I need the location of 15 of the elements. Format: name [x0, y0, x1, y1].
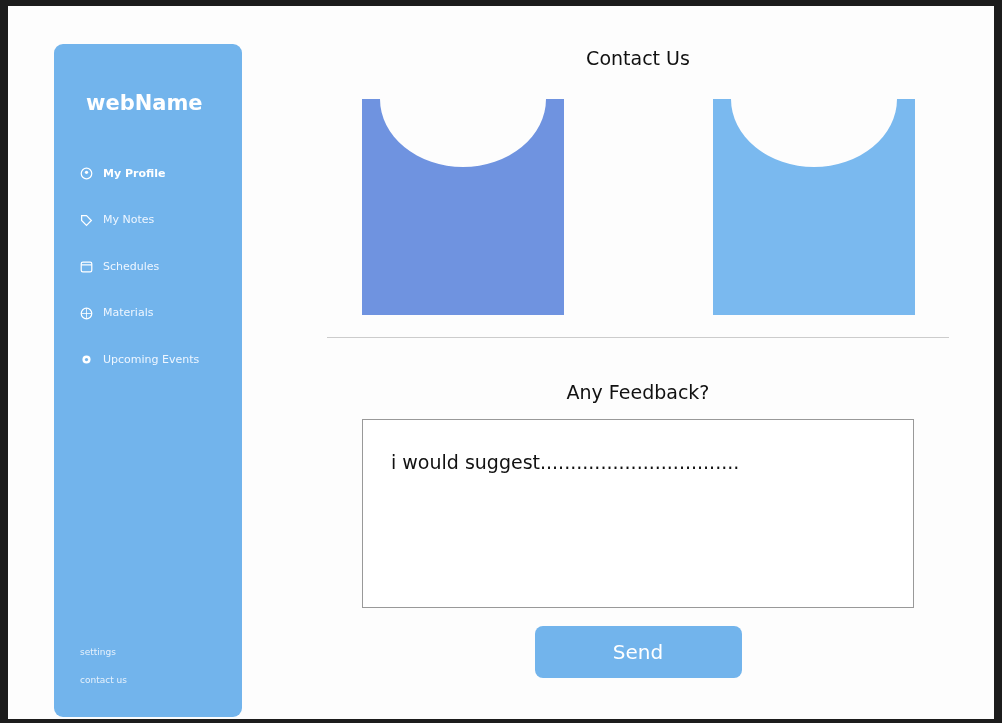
section-title: Any Feedback? — [566, 379, 710, 405]
footer-link[interactable]: settings — [80, 646, 242, 660]
sidebar-item[interactable]: My Profile — [80, 165, 242, 182]
sidebar-item[interactable]: Upcoming Events — [80, 351, 242, 368]
calendar-icon — [80, 260, 93, 274]
feedback-field[interactable]: i would suggest................................. — [362, 419, 914, 608]
globe-icon — [80, 306, 93, 320]
sidebar-item[interactable]: My Notes — [80, 212, 242, 229]
tag-icon — [80, 213, 93, 227]
send-button[interactable]: Send — [534, 626, 742, 678]
sidebar-item[interactable]: Schedules — [80, 258, 242, 275]
section-title: Contact Us — [586, 46, 690, 71]
sidebar-item[interactable]: Materials — [80, 305, 242, 322]
footer-link[interactable]: contact us — [80, 673, 242, 687]
brand-logo: webName — [86, 90, 204, 117]
